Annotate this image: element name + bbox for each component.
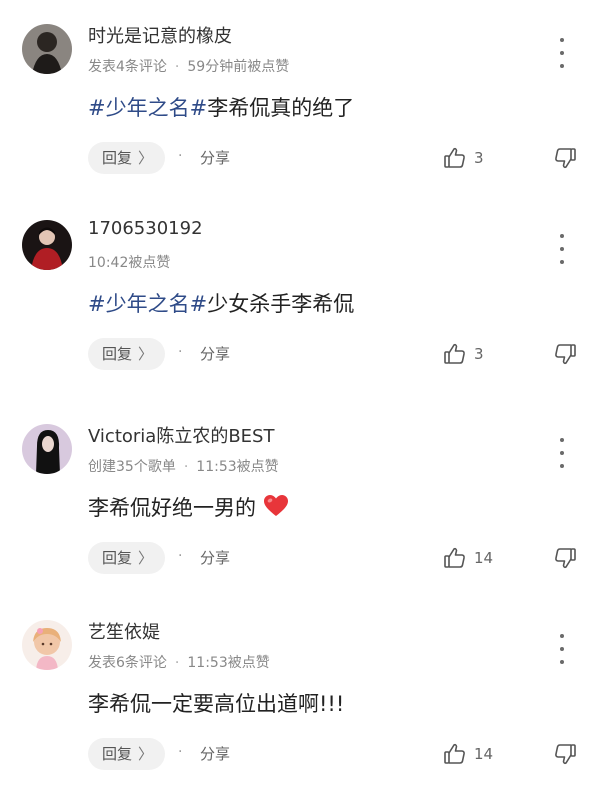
meta-separator: · <box>183 459 189 475</box>
comment-body: 少女杀手李希侃 <box>207 292 355 316</box>
comment-meta: 10:42被点赞 <box>88 252 170 272</box>
share-button[interactable]: 分享 <box>200 547 230 568</box>
like-count: 3 <box>474 345 484 363</box>
chevron-right-icon: 〉 <box>138 745 154 763</box>
reply-button[interactable]: 回复〉 <box>88 142 166 174</box>
like-button[interactable]: 3 <box>442 340 484 368</box>
share-button[interactable]: 分享 <box>200 147 230 168</box>
thumbs-up-icon <box>444 743 465 764</box>
comment-meta: 创建35个歌单 · 11:53被点赞 <box>88 456 279 476</box>
like-count: 3 <box>474 149 484 167</box>
more-vertical-icon[interactable] <box>552 38 572 68</box>
action-separator: · <box>178 744 183 760</box>
dislike-button[interactable] <box>552 741 578 771</box>
chevron-right-icon: 〉 <box>138 149 154 167</box>
comment-item: 1706530192 10:42被点赞 #少年之名#少女杀手李希侃 回复〉 · … <box>0 218 600 390</box>
red-heart-emoji <box>263 495 288 516</box>
action-separator: · <box>178 344 183 360</box>
more-vertical-icon[interactable] <box>552 634 572 664</box>
comment-item: 艺笙依媞 发表6条评论 · 11:53被点赞 李希侃一定要高位出道啊!!! 回复〉 … <box>0 620 600 790</box>
like-button[interactable]: 3 <box>442 144 484 172</box>
comment-body: 李希侃一定要高位出道啊!!! <box>88 692 345 716</box>
dislike-button[interactable] <box>552 545 578 575</box>
avatar[interactable] <box>22 424 72 474</box>
avatar[interactable] <box>22 24 72 74</box>
comment-text: 李希侃一定要高位出道啊!!! <box>88 688 344 718</box>
thumbs-up-icon <box>444 343 465 364</box>
action-separator: · <box>178 548 183 564</box>
meta-separator: · <box>174 59 180 75</box>
reply-button[interactable]: 回复〉 <box>88 338 166 370</box>
thumbs-down-icon <box>555 148 576 169</box>
reply-label: 回复 <box>102 149 133 167</box>
share-button[interactable]: 分享 <box>200 743 230 764</box>
meta-right: 59分钟前被点赞 <box>187 59 290 75</box>
thumbs-down-icon <box>555 548 576 569</box>
reply-label: 回复 <box>102 745 133 763</box>
reply-label: 回复 <box>102 345 133 363</box>
reply-label: 回复 <box>102 549 133 567</box>
comment-item: 时光是记意的橡皮 发表4条评论 · 59分钟前被点赞 #少年之名#李希侃真的绝了 回… <box>0 24 600 194</box>
meta-left: 发表4条评论 <box>88 59 167 75</box>
dislike-button[interactable] <box>552 145 578 175</box>
like-count: 14 <box>474 549 494 567</box>
more-vertical-icon[interactable] <box>552 438 572 468</box>
comment-text: #少年之名#少女杀手李希侃 <box>88 288 354 318</box>
comment-meta: 发表6条评论 · 11:53被点赞 <box>88 652 270 672</box>
reply-button[interactable]: 回复〉 <box>88 738 166 770</box>
thumbs-up-icon <box>444 547 465 568</box>
avatar[interactable] <box>22 220 72 270</box>
meta-right: 11:53被点赞 <box>187 655 270 671</box>
username[interactable]: Victoria陈立农的BEST <box>88 422 274 448</box>
hashtag-link[interactable]: #少年之名# <box>88 96 207 120</box>
comment-body: 李希侃真的绝了 <box>207 96 355 120</box>
meta-right: 10:42被点赞 <box>88 255 171 271</box>
meta-left: 创建35个歌单 <box>88 459 176 475</box>
hashtag-link[interactable]: #少年之名# <box>88 292 207 316</box>
meta-separator: · <box>174 655 180 671</box>
comment-meta: 发表4条评论 · 59分钟前被点赞 <box>88 56 289 76</box>
avatar[interactable] <box>22 620 72 670</box>
chevron-right-icon: 〉 <box>138 549 154 567</box>
action-separator: · <box>178 148 183 164</box>
comment-item: Victoria陈立农的BEST 创建35个歌单 · 11:53被点赞 李希侃好绝一… <box>0 424 600 594</box>
like-button[interactable]: 14 <box>442 740 493 768</box>
share-button[interactable]: 分享 <box>200 343 230 364</box>
comment-text: #少年之名#李希侃真的绝了 <box>88 92 354 122</box>
thumbs-down-icon <box>555 344 576 365</box>
username[interactable]: 1706530192 <box>88 218 203 239</box>
thumbs-down-icon <box>555 744 576 765</box>
meta-left: 发表6条评论 <box>88 655 167 671</box>
comment-text: 李希侃好绝一男的 <box>88 492 289 522</box>
username[interactable]: 艺笙依媞 <box>88 618 160 644</box>
more-vertical-icon[interactable] <box>552 234 572 264</box>
thumbs-up-icon <box>444 147 465 168</box>
meta-right: 11:53被点赞 <box>196 459 279 475</box>
username[interactable]: 时光是记意的橡皮 <box>88 22 232 48</box>
like-count: 14 <box>474 745 494 763</box>
comment-body: 李希侃好绝一男的 <box>88 496 256 520</box>
chevron-right-icon: 〉 <box>138 345 154 363</box>
dislike-button[interactable] <box>552 341 578 371</box>
reply-button[interactable]: 回复〉 <box>88 542 166 574</box>
like-button[interactable]: 14 <box>442 544 493 572</box>
